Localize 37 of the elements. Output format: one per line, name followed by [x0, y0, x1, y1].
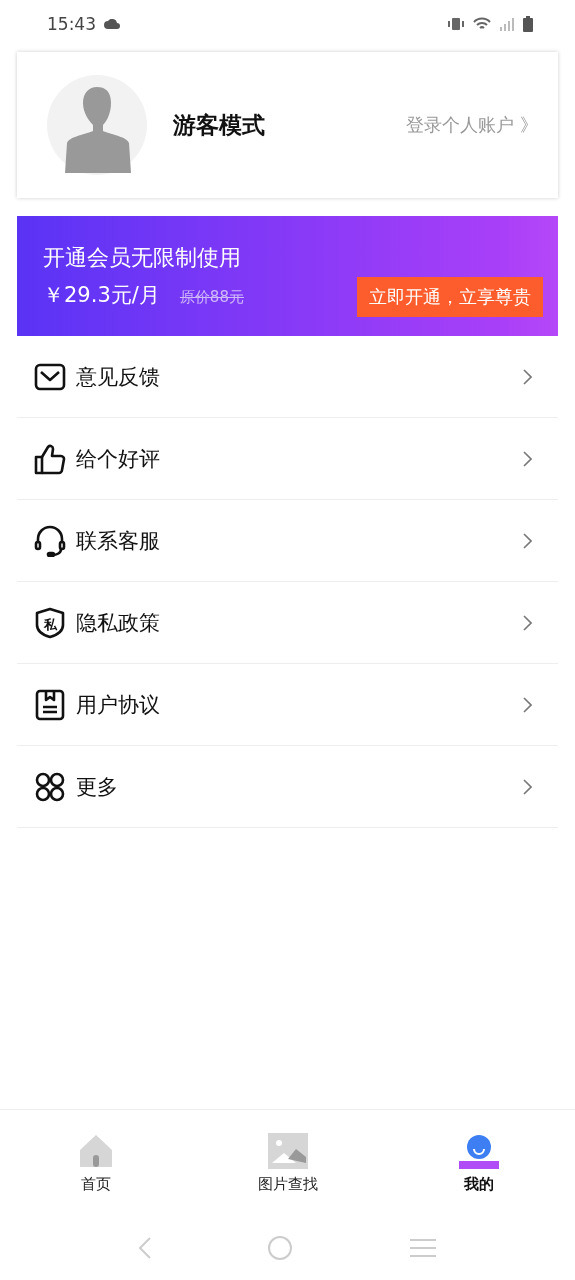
thumbs-up-icon	[34, 442, 66, 475]
headset-icon	[34, 524, 66, 557]
document-icon	[34, 688, 66, 721]
wifi-icon	[473, 17, 491, 31]
banner-title: 开通会员无限制使用	[43, 244, 242, 272]
battery-icon	[523, 16, 533, 32]
menu-item[interactable]: 用户协议	[17, 664, 558, 746]
four-leaf-icon	[34, 770, 66, 803]
menu-icon[interactable]	[409, 1238, 438, 1258]
status-time: 15:43	[47, 14, 96, 34]
image-icon	[267, 1132, 308, 1169]
cloud-icon	[104, 19, 120, 29]
signal-icon	[499, 17, 515, 31]
menu-item[interactable]: 联系客服	[17, 500, 558, 582]
menu-item[interactable]: 给个好评	[17, 418, 558, 500]
home-icon	[77, 1132, 114, 1169]
tab[interactable]: 我的	[383, 1132, 575, 1194]
chevron-icon	[523, 696, 532, 713]
chevron-icon	[523, 450, 532, 467]
original-price: 原价88元	[179, 288, 244, 307]
chevron-icon	[523, 778, 532, 795]
menu-item[interactable]: 私 隐私政策	[17, 582, 558, 664]
menu-item[interactable]: 更多	[17, 746, 558, 828]
tab[interactable]: 首页	[0, 1132, 192, 1194]
price: ￥29.3元/月	[43, 282, 160, 309]
profile-name: 游客模式	[173, 110, 265, 140]
chevron-icon	[523, 532, 532, 549]
back-icon[interactable]	[137, 1237, 152, 1259]
chevron-icon	[523, 614, 532, 631]
tab[interactable]: 图片查找	[191, 1132, 384, 1194]
chevron-icon	[523, 368, 532, 385]
menu-item[interactable]: 意见反馈	[17, 336, 558, 418]
user-icon	[459, 1132, 500, 1169]
vibrate-icon	[447, 17, 465, 31]
avatar-icon	[47, 75, 147, 175]
shield-icon: 私	[34, 606, 66, 639]
home-button-icon[interactable]	[267, 1235, 294, 1261]
